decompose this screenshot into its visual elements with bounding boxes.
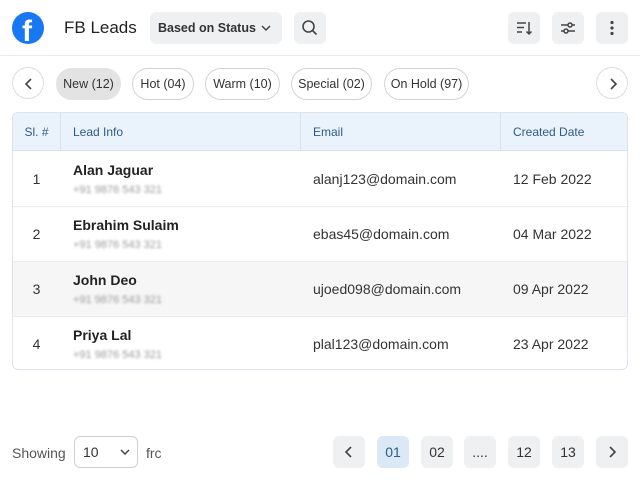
status-filter-label: Based on Status [158, 21, 256, 35]
table-row[interactable]: 4 Priya Lal +91 9876 543 321 plal123@dom… [13, 317, 627, 369]
lead-name: Priya Lal [73, 327, 132, 343]
tab-warm[interactable]: Warm (10) [205, 68, 280, 100]
lead-created-date: 04 Mar 2022 [513, 226, 592, 242]
row-number: 2 [32, 226, 41, 242]
lead-created-date: 23 Apr 2022 [513, 336, 589, 352]
lead-phone: +91 9876 543 321 [73, 294, 163, 306]
row-number: 4 [32, 336, 41, 352]
chevron-right-icon [610, 78, 618, 90]
page-button-12[interactable]: 12 [508, 436, 540, 468]
page-button-13[interactable]: 13 [552, 436, 584, 468]
page-size-select[interactable]: 10 [74, 436, 138, 468]
table-row[interactable]: 3 John Deo +91 9876 543 321 ujoed098@dom… [13, 262, 627, 317]
chevron-left-icon [344, 446, 352, 458]
next-page-button[interactable] [596, 436, 628, 468]
status-filter-dropdown[interactable]: Based on Status [150, 12, 282, 44]
lead-email: alanj123@domain.com [313, 171, 457, 187]
row-number: 1 [32, 171, 41, 187]
lead-name: John Deo [73, 272, 137, 288]
lead-email: plal123@domain.com [313, 336, 449, 352]
search-button[interactable] [294, 12, 326, 44]
more-vertical-icon [610, 20, 614, 36]
lead-email: ujoed098@domain.com [313, 281, 462, 297]
tabs-scroll-right-button[interactable] [596, 67, 628, 99]
more-options-button[interactable] [596, 12, 628, 44]
chevron-left-icon [24, 78, 32, 90]
row-number: 3 [32, 281, 41, 297]
lead-email: ebas45@domain.com [313, 226, 450, 242]
showing-label: Showing [12, 445, 66, 461]
leads-table: Sl. # Lead Info Email Created Date 1 Ala… [12, 112, 628, 370]
lead-name: Ebrahim Sulaim [73, 217, 179, 233]
chevron-right-icon [609, 446, 617, 458]
page-title: FB Leads [64, 18, 137, 37]
chevron-down-icon [120, 449, 130, 456]
table-row[interactable]: 1 Alan Jaguar +91 9876 543 321 alanj123@… [13, 152, 627, 207]
page-ellipsis[interactable]: .... [464, 436, 496, 468]
column-header-email[interactable]: Email [313, 113, 343, 151]
sort-button[interactable] [508, 12, 540, 44]
tab-special[interactable]: Special (02) [291, 68, 372, 100]
app-header: f FB Leads Based on Status [0, 0, 640, 56]
tabs-scroll-left-button[interactable] [12, 67, 44, 99]
filter-settings-button[interactable] [552, 12, 584, 44]
column-header-created-date[interactable]: Created Date [513, 113, 584, 151]
sort-icon [517, 22, 533, 36]
lead-phone: +91 9876 543 321 [73, 349, 163, 361]
tab-new[interactable]: New (12) [56, 68, 121, 100]
lead-phone: +91 9876 543 321 [73, 184, 163, 196]
pagination-range-text: frc [146, 445, 162, 461]
lead-created-date: 09 Apr 2022 [513, 281, 589, 297]
page-button-01[interactable]: 01 [377, 436, 409, 468]
tab-hot[interactable]: Hot (04) [132, 68, 194, 100]
table-row[interactable]: 2 Ebrahim Sulaim +91 9876 543 321 ebas45… [13, 207, 627, 262]
lead-created-date: 12 Feb 2022 [513, 171, 592, 187]
page-size-value: 10 [83, 444, 99, 460]
table-header: Sl. # Lead Info Email Created Date [13, 113, 627, 151]
lead-phone: +91 9876 543 321 [73, 239, 163, 251]
sliders-icon [561, 22, 575, 34]
column-header-sl[interactable]: Sl. # [13, 113, 60, 151]
search-icon [302, 20, 318, 36]
tab-on-hold[interactable]: On Hold (97) [384, 68, 469, 100]
column-header-lead-info[interactable]: Lead Info [73, 113, 123, 151]
lead-name: Alan Jaguar [73, 162, 154, 178]
page-button-02[interactable]: 02 [421, 436, 453, 468]
chevron-down-icon [261, 25, 271, 32]
previous-page-button[interactable] [333, 436, 365, 468]
facebook-logo-icon: f [12, 12, 44, 44]
